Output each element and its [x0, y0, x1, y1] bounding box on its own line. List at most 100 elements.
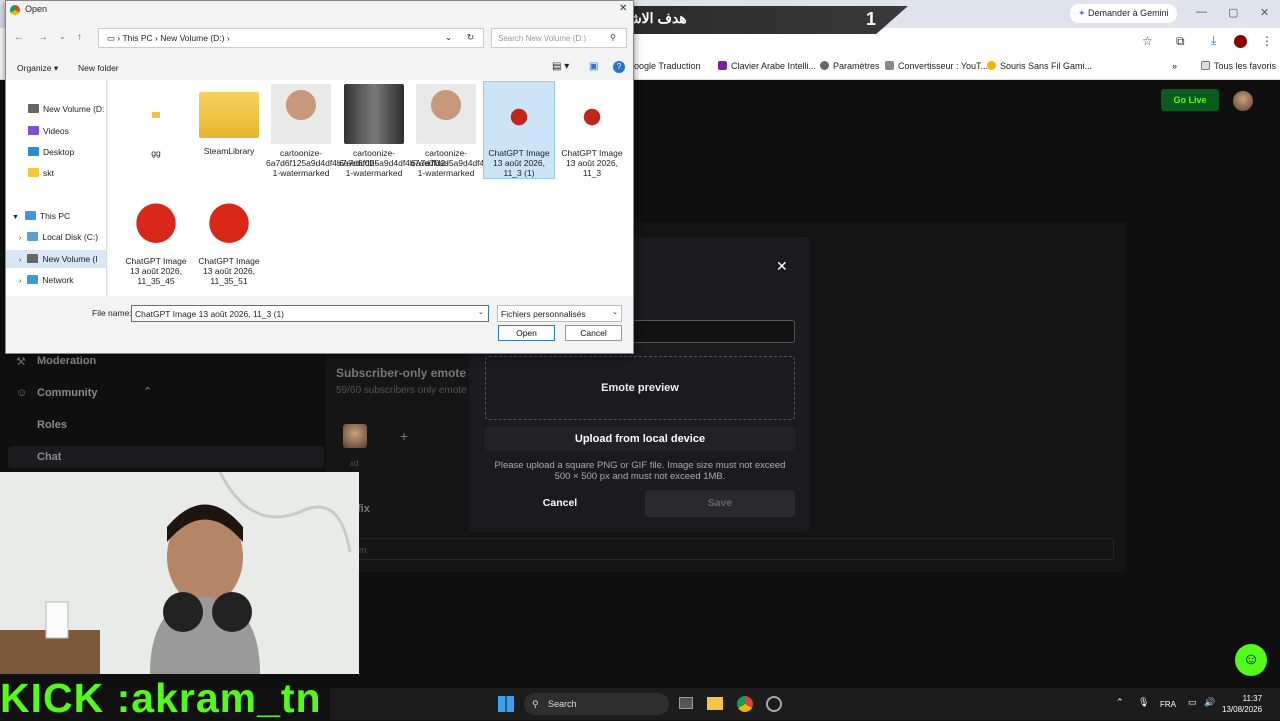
dialog-close-icon[interactable]: ✕ — [619, 3, 627, 14]
bookmarks-overflow-icon[interactable]: » — [1172, 61, 1177, 71]
chevron-down-icon[interactable]: ⌄ — [478, 308, 484, 316]
emote-preview: Emote preview — [485, 356, 795, 420]
profile-avatar[interactable] — [1234, 35, 1247, 48]
emote-thumbnail[interactable] — [343, 424, 367, 448]
organize-button[interactable]: Organize ▾ — [17, 63, 58, 74]
nav-moderation[interactable]: Moderation — [37, 355, 96, 367]
file-name-input[interactable]: ChatGPT Image 13 août 2026, 11_3 (1) ⌄ — [131, 305, 489, 322]
file-item[interactable]: cartoonize-6a7d70ad5a9d4df4b7aee39a-1-wa… — [411, 82, 525, 178]
volume-icon[interactable]: 🔊 — [1204, 697, 1215, 708]
nav-skt[interactable]: skt — [6, 164, 106, 182]
drive-icon — [27, 232, 39, 241]
prefix-input[interactable]: im — [336, 538, 1114, 560]
bookmark-mouse[interactable]: Souris Sans Fil Gami... — [987, 61, 1092, 71]
app-icon[interactable] — [766, 696, 782, 712]
refresh-icon[interactable]: ↻ — [467, 32, 474, 43]
file-item[interactable]: ChatGPT Image 13 août 2026, 11_35_51 — [194, 190, 264, 286]
chevron-right-icon[interactable]: › — [19, 235, 21, 242]
file-item[interactable]: gg — [121, 82, 191, 158]
avatar[interactable] — [1233, 91, 1253, 111]
maximize-icon[interactable]: ▢ — [1228, 6, 1238, 19]
back-icon[interactable]: ← — [14, 32, 24, 43]
nav-videos[interactable]: Videos — [6, 122, 106, 140]
file-item[interactable]: cartoonize-6a7d6f125a9d4df4b7aedc0b-1-wa… — [266, 82, 377, 178]
nav-community[interactable]: Community — [37, 387, 98, 399]
bookmark-arabic-keyboard[interactable]: Clavier Arabe Intelli... — [718, 61, 816, 71]
support-icon[interactable]: ☺ — [1235, 644, 1267, 676]
chevron-right-icon[interactable]: › — [19, 278, 21, 285]
file-item[interactable]: cartoonize-6a7d6fd25a9d4df4b7aedfd2-1-wa… — [339, 82, 448, 178]
file-type-select[interactable]: Fichiers personnalisés ⌄ — [497, 305, 622, 322]
view-icon[interactable]: ▤ ▾ — [552, 61, 569, 72]
open-button[interactable]: Open — [498, 325, 555, 341]
nav-this-pc[interactable]: ▼ This PC — [6, 207, 106, 225]
page-icon — [885, 61, 894, 70]
chevron-down-icon[interactable]: ⌄ — [612, 308, 618, 316]
all-bookmarks[interactable]: Tous les favoris — [1201, 61, 1276, 71]
chevron-up-icon[interactable]: ⌃ — [1116, 697, 1124, 708]
add-emote-icon[interactable]: + — [400, 428, 408, 444]
recent-dropdown-icon[interactable]: ⌄ — [59, 32, 66, 41]
chevron-down-icon[interactable]: ▼ — [12, 214, 19, 221]
language-indicator[interactable]: FRA — [1160, 700, 1176, 709]
nav-local-disk-c[interactable]: › Local Disk (C:) — [6, 228, 106, 246]
gemini-button[interactable]: ✦ Demander à Gemini — [1070, 4, 1177, 23]
image-thumbnail — [271, 84, 331, 144]
dialog-title: Open — [25, 4, 48, 14]
webcam-feed — [0, 472, 359, 674]
download-icon[interactable]: ⤓ — [1211, 33, 1216, 48]
search-input[interactable]: Search New Volume (D:) ⚲ — [491, 28, 627, 48]
close-icon[interactable]: ✕ — [776, 258, 788, 275]
chevron-down-icon[interactable]: ⌄ — [445, 32, 452, 43]
chrome-icon[interactable] — [737, 696, 753, 712]
file-explorer-icon[interactable] — [707, 697, 723, 710]
nav-new-volume-d[interactable]: New Volume (D: — [6, 100, 106, 118]
search-icon: ⚲ — [532, 699, 539, 709]
chevron-right-icon[interactable]: › — [19, 257, 21, 264]
file-item[interactable]: ChatGPT Image 13 août 2026, 11_3 — [557, 82, 627, 178]
drive-icon: ▭ › — [107, 33, 123, 43]
preview-pane-icon[interactable]: ▣ — [589, 61, 598, 72]
chrome-icon — [10, 5, 20, 15]
extensions-icon[interactable]: ⧉ — [1176, 34, 1185, 49]
dialog-cancel-button[interactable]: Cancel — [565, 325, 622, 341]
file-name-label: File name: — [92, 308, 132, 318]
breadcrumb-this-pc[interactable]: This PC — [122, 33, 152, 43]
up-icon[interactable]: ↑ — [77, 32, 82, 43]
file-item-selected[interactable]: ChatGPT Image 13 août 2026, 11_3 (1) — [483, 81, 555, 179]
forward-icon[interactable]: → — [38, 32, 48, 43]
file-item[interactable]: SteamLibrary — [194, 82, 264, 156]
desktop-icon — [28, 147, 39, 156]
minimize-icon[interactable]: — — [1196, 6, 1207, 18]
start-icon[interactable] — [498, 696, 514, 712]
nav-new-volume-i[interactable]: › New Volume (I — [6, 250, 106, 268]
subscriber-emotes-count: 59/60 subscribers only emote — [336, 385, 467, 396]
yahoo-icon — [718, 61, 727, 70]
microphone-icon[interactable]: 🎙 — [1138, 697, 1149, 708]
close-window-icon[interactable]: ✕ — [1260, 6, 1269, 19]
nav-roles[interactable]: Roles — [37, 419, 67, 431]
task-view-icon[interactable] — [679, 697, 693, 709]
bookmark-youtube-converter[interactable]: Convertisseur : YouT... — [885, 61, 988, 71]
save-button[interactable]: Save — [645, 490, 795, 517]
star-icon[interactable]: ☆ — [1142, 34, 1153, 48]
nav-desktop[interactable]: Desktop — [6, 143, 106, 161]
address-bar[interactable]: ▭ › This PC › New Volume (D:) › ⌄ ↻ — [98, 28, 484, 48]
new-folder-button[interactable]: New folder — [78, 63, 119, 73]
cancel-button[interactable]: Cancel — [520, 491, 600, 515]
nav-chat[interactable]: Chat — [37, 451, 61, 463]
network-icon[interactable]: ▭ — [1188, 697, 1197, 708]
bookmark-settings[interactable]: Paramètres — [820, 61, 880, 71]
taskbar-search[interactable]: ⚲ Search — [524, 693, 669, 715]
upload-hint: Please upload a square PNG or GIF file. … — [494, 460, 786, 482]
bookmark-google-translate[interactable]: Google Traduction — [627, 61, 701, 71]
clock[interactable]: 11:37 13/08/2026 — [1222, 693, 1262, 715]
file-item[interactable]: ChatGPT Image 13 août 2026, 11_35_45 — [121, 190, 191, 286]
upload-button[interactable]: Upload from local device — [485, 427, 795, 451]
menu-icon[interactable]: ⋮ — [1261, 34, 1273, 48]
nav-network[interactable]: › Network — [6, 271, 106, 289]
chevron-up-icon[interactable]: ⌃ — [143, 385, 152, 398]
help-icon[interactable]: ? — [613, 61, 625, 73]
go-live-button[interactable]: Go Live — [1161, 89, 1219, 111]
breadcrumb-volume[interactable]: New Volume (D:) — [160, 33, 224, 43]
